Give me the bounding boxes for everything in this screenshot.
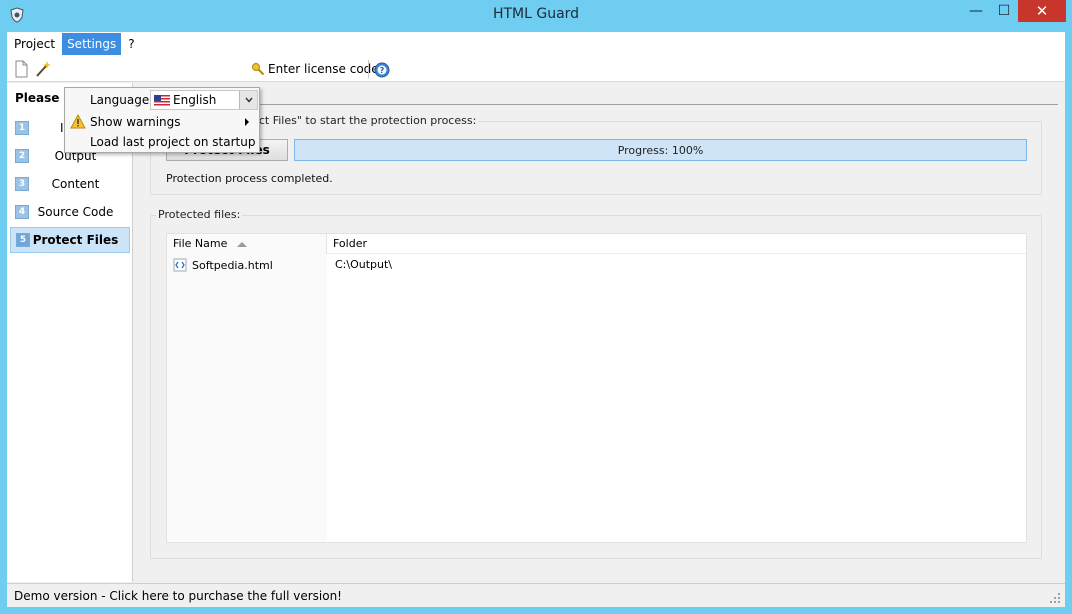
title-bar[interactable]: HTML Guard — ☐ ✕ (0, 0, 1072, 32)
help-icon[interactable]: ? (374, 61, 390, 79)
file-name: Softpedia.html (192, 258, 273, 272)
nav-step-source-code[interactable]: 4 Source Code (10, 199, 130, 225)
demo-version-link[interactable]: Demo version - Click here to purchase th… (14, 589, 342, 603)
close-button[interactable]: ✕ (1018, 0, 1066, 22)
file-name-cell: Softpedia.html (173, 256, 273, 274)
header-divider (138, 104, 1058, 105)
svg-text:?: ? (380, 66, 385, 75)
protected-files-list[interactable]: File Name Folder Softpedia.html C:\Outpu… (166, 233, 1027, 543)
minimize-button[interactable]: — (962, 0, 990, 22)
main-panel: Please click "Protect Files" to start th… (134, 83, 1065, 582)
enter-license-label: Enter license code (268, 62, 379, 76)
chevron-down-icon (244, 97, 253, 103)
step-number: 3 (15, 177, 29, 191)
menu-item-show-warnings[interactable]: Show warnings (65, 112, 259, 132)
us-flag-icon (154, 94, 170, 106)
progress-text: Progress: 100% (617, 143, 704, 157)
step-label: Protect Files (32, 233, 119, 247)
progress-bar: Progress: 100% (294, 139, 1027, 161)
nav-step-content[interactable]: 3 Content (10, 171, 130, 197)
html-file-icon (173, 258, 187, 272)
menu-bar: Project Settings ? (7, 32, 1065, 56)
wizard-step-nav: Please 1 Input 2 Output 3 Content 4 Sour… (7, 83, 133, 582)
menu-project[interactable]: Project (9, 33, 60, 55)
protected-files-label: Protected files: (156, 208, 243, 221)
column-header-folder[interactable]: Folder (327, 234, 1026, 254)
nav-step-protect-files[interactable]: 5 Protect Files (10, 227, 130, 253)
step-number: 2 (15, 149, 29, 163)
language-select[interactable]: English (150, 90, 258, 110)
settings-dropdown-menu: Language: English Show warnings Load las… (64, 87, 260, 153)
step-number: 1 (15, 121, 29, 135)
window-title: HTML Guard (492, 6, 580, 22)
step-label: Source Code (37, 205, 114, 219)
sort-ascending-icon (237, 241, 248, 247)
menu-item-load-last-project[interactable]: Load last project on startup (65, 132, 259, 152)
status-bar[interactable]: Demo version - Click here to purchase th… (7, 583, 1065, 607)
warning-icon (70, 114, 86, 129)
language-dropdown-button[interactable] (239, 91, 257, 109)
column-label: File Name (173, 237, 228, 250)
language-label: Language: (90, 93, 154, 107)
load-last-project-label: Load last project on startup (90, 135, 256, 149)
step-number: 5 (16, 233, 30, 247)
sorted-column-background (167, 254, 327, 542)
folder-cell: C:\Output\ (335, 258, 393, 271)
nav-header: Please (15, 91, 60, 105)
list-header: File Name Folder (167, 234, 1026, 254)
menu-help[interactable]: ? (123, 33, 139, 55)
menu-settings[interactable]: Settings (62, 33, 122, 55)
step-label: Content (51, 177, 100, 191)
table-row[interactable]: Softpedia.html C:\Output\ (167, 256, 1026, 274)
client-area: Project Settings ? Enter license code ? … (7, 32, 1065, 607)
new-file-icon[interactable] (13, 60, 29, 78)
protect-group: Please click "Protect Files" to start th… (150, 114, 1042, 195)
toolbar: Enter license code ? (7, 56, 1065, 82)
wizard-wand-icon[interactable] (35, 60, 51, 78)
toolbar-separator (368, 60, 369, 78)
protected-files-group: Protected files: File Name Folder Softpe… (150, 208, 1042, 559)
key-icon (252, 63, 265, 76)
submenu-arrow-icon (245, 118, 249, 126)
maximize-button[interactable]: ☐ (990, 0, 1018, 22)
show-warnings-label: Show warnings (90, 115, 181, 129)
language-value: English (173, 93, 217, 107)
resize-grip-icon[interactable] (1049, 592, 1061, 604)
app-window: HTML Guard — ☐ ✕ Project Settings ? Ente… (0, 0, 1072, 614)
column-header-file-name[interactable]: File Name (167, 234, 327, 254)
menu-item-language[interactable]: Language: English (65, 90, 259, 110)
enter-license-button[interactable]: Enter license code (251, 60, 379, 78)
protection-status: Protection process completed. (166, 172, 333, 185)
step-number: 4 (15, 205, 29, 219)
